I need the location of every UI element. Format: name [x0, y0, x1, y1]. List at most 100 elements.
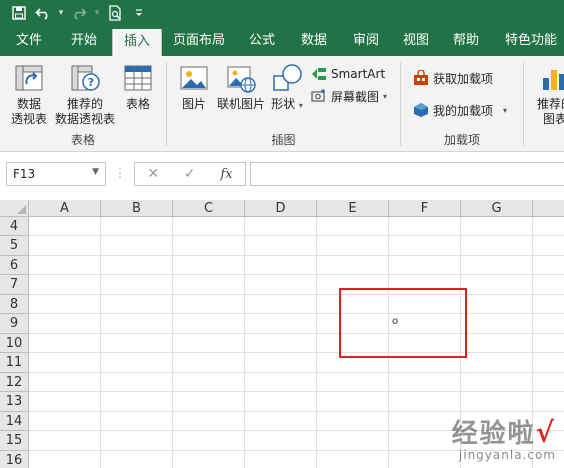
- smartart-label: SmartArt: [331, 67, 386, 81]
- redo-icon[interactable]: [68, 2, 90, 24]
- name-box-dropdown-icon[interactable]: ▼: [92, 167, 99, 177]
- gridline: [29, 352, 564, 353]
- recommended-charts-label-2: 图表: [542, 112, 564, 126]
- my-addins-dropdown-icon: ▾: [503, 105, 508, 115]
- row-header[interactable]: 8: [0, 295, 29, 314]
- gridline: [29, 274, 564, 275]
- tab-home[interactable]: 开始: [58, 26, 110, 56]
- row-header[interactable]: 13: [0, 392, 29, 412]
- column-header-d[interactable]: D: [245, 200, 317, 217]
- shapes-button[interactable]: 形状 ▾: [269, 62, 305, 113]
- screenshot-button[interactable]: 屏幕截图 ▾: [311, 86, 387, 106]
- pivot-table-label-1: 数据: [16, 97, 41, 111]
- gridline: [244, 217, 245, 468]
- tab-data[interactable]: 数据: [292, 26, 336, 56]
- watermark-url: jingyanla.com: [458, 448, 556, 462]
- my-addins-label: 我的加载项: [433, 103, 494, 118]
- screenshot-icon: [311, 89, 325, 102]
- online-picture-button[interactable]: 联机图片: [215, 62, 267, 112]
- shapes-dropdown-icon: ▾: [298, 101, 303, 110]
- annotation-highlight-box: [339, 288, 467, 358]
- tab-review[interactable]: 审阅: [344, 26, 388, 56]
- column-header-f[interactable]: F: [389, 200, 461, 217]
- gridline: [29, 372, 564, 373]
- column-header-e[interactable]: E: [317, 200, 389, 217]
- charts-group: 推荐的 图表: [524, 56, 564, 152]
- row-header[interactable]: 4: [0, 217, 29, 236]
- svg-text:?: ?: [88, 76, 94, 89]
- recommended-charts-icon: [543, 70, 564, 90]
- name-box[interactable]: F13 ▼: [6, 162, 106, 186]
- my-addins-button[interactable]: 我的加载项 ▾: [413, 100, 507, 120]
- row-header[interactable]: 7: [0, 275, 29, 295]
- cancel-icon[interactable]: ✕: [147, 166, 159, 182]
- tab-help[interactable]: 帮助: [444, 26, 488, 56]
- smartart-button[interactable]: SmartArt: [311, 64, 385, 84]
- tab-file[interactable]: 文件: [4, 26, 54, 56]
- picture-label: 图片: [181, 97, 206, 111]
- customize-qat-icon[interactable]: [128, 2, 150, 24]
- redo-dropdown-icon[interactable]: ▾: [92, 8, 102, 18]
- row-header[interactable]: 15: [0, 431, 29, 451]
- gridline: [29, 255, 564, 256]
- gridline: [100, 217, 101, 468]
- recommended-pivot-button[interactable]: ? 推荐的 数据透视表: [52, 62, 118, 127]
- row-header[interactable]: 12: [0, 373, 29, 392]
- addins-group-label: 加载项: [443, 133, 480, 147]
- formula-bar-resize-handle[interactable]: ⋮: [114, 166, 126, 180]
- formula-bar-buttons: ✕ ✓ fx: [134, 162, 246, 186]
- get-addins-button[interactable]: 获取加载项: [413, 68, 493, 88]
- table-button[interactable]: 表格: [120, 62, 156, 112]
- row-header[interactable]: 11: [0, 353, 29, 373]
- pivot-table-label-2: 透视表: [10, 112, 47, 126]
- recommended-charts-button[interactable]: 推荐的 图表: [530, 62, 564, 127]
- quick-access-toolbar: ▾ ▾: [0, 0, 564, 26]
- column-header-h[interactable]: [533, 200, 564, 217]
- row-header[interactable]: 14: [0, 412, 29, 431]
- row-header[interactable]: 5: [0, 236, 29, 256]
- column-header-b[interactable]: B: [101, 200, 173, 217]
- addins-group: 获取加载项 我的加载项 ▾ 加载项: [401, 56, 523, 152]
- screenshot-dropdown-icon: ▾: [383, 91, 388, 101]
- gridline: [29, 333, 564, 334]
- watermark: 经验啦√ jingyanla.com: [451, 416, 556, 463]
- enter-icon[interactable]: ✓: [184, 166, 196, 182]
- undo-icon[interactable]: [32, 2, 54, 24]
- tab-page-layout[interactable]: 页面布局: [166, 26, 232, 56]
- column-header-c[interactable]: C: [173, 200, 245, 217]
- name-box-value: F13: [13, 167, 36, 181]
- shapes-label: 形状: [271, 97, 296, 111]
- picture-button[interactable]: 图片: [175, 62, 213, 112]
- tab-special-features[interactable]: 特色功能: [498, 26, 564, 56]
- save-icon[interactable]: [8, 2, 30, 24]
- gridline: [172, 217, 173, 468]
- row-header[interactable]: 10: [0, 334, 29, 353]
- gridline: [29, 235, 564, 236]
- gridline: [29, 313, 564, 314]
- watermark-check-icon: √: [535, 416, 556, 449]
- print-preview-icon[interactable]: [104, 2, 126, 24]
- table-icon: [124, 65, 152, 91]
- insert-function-icon[interactable]: fx: [220, 167, 232, 182]
- screenshot-label: 屏幕截图: [331, 89, 380, 104]
- tab-insert[interactable]: 插入: [112, 29, 162, 56]
- gridline: [29, 391, 564, 392]
- formula-input[interactable]: [250, 162, 564, 186]
- undo-dropdown-icon[interactable]: ▾: [56, 8, 66, 18]
- tab-formulas[interactable]: 公式: [240, 26, 284, 56]
- select-all-button[interactable]: [0, 200, 29, 217]
- cell-content-mark: o: [392, 316, 399, 327]
- illustrations-group: 图片 联机图片 形状 ▾ SmartArt 屏幕截图 ▾ 插图: [167, 56, 400, 152]
- watermark-text: 经验啦: [451, 419, 536, 449]
- tab-view[interactable]: 视图: [394, 26, 438, 56]
- pivot-table-button[interactable]: 数据 透视表: [8, 62, 50, 127]
- formula-bar-area: F13 ▼ ⋮ ✕ ✓ fx: [0, 152, 564, 200]
- row-header[interactable]: 6: [0, 256, 29, 275]
- column-header-a[interactable]: A: [29, 200, 101, 217]
- recommended-pivot-label-1: 推荐的: [66, 97, 103, 111]
- shapes-icon: [273, 64, 302, 91]
- row-header[interactable]: 16: [0, 451, 29, 468]
- row-header[interactable]: 9: [0, 314, 29, 334]
- column-header-g[interactable]: G: [461, 200, 533, 217]
- recommended-charts-label-1: 推荐的: [536, 97, 564, 111]
